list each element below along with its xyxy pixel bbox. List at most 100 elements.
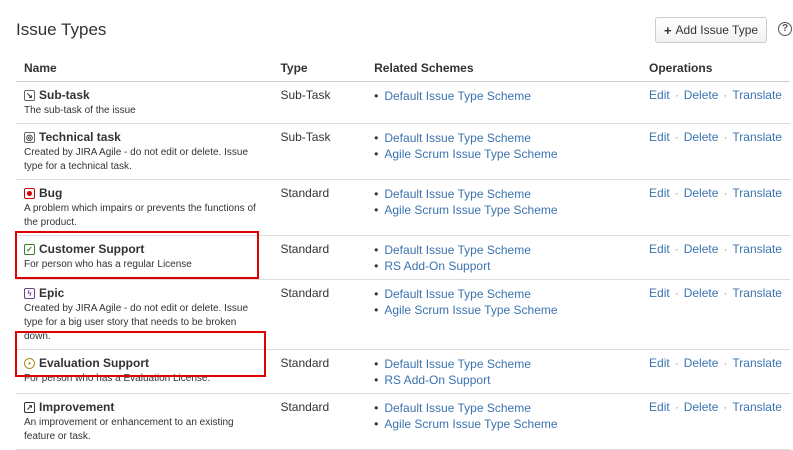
scheme-link[interactable]: RS Add-On Support — [384, 373, 490, 387]
issue-type-description: Created by JIRA Agile - do not edit or d… — [24, 147, 249, 172]
issue-type-description: A problem which impairs or prevents the … — [24, 203, 256, 228]
header-operations: Operations — [641, 55, 790, 82]
edit-link[interactable]: Edit — [649, 400, 670, 414]
issue-type-description: An improvement or enhancement to an exis… — [24, 417, 234, 442]
bug-icon — [24, 187, 35, 199]
scheme-link[interactable]: Agile Scrum Issue Type Scheme — [384, 417, 557, 431]
related-schemes-cell: Default Issue Type Scheme Agile Scrum Is… — [366, 179, 642, 236]
separator: · — [674, 186, 679, 200]
translate-link[interactable]: Translate — [732, 400, 782, 414]
edit-link[interactable]: Edit — [649, 242, 670, 256]
delete-link[interactable]: Delete — [684, 356, 719, 370]
translate-link[interactable]: Translate — [732, 356, 782, 370]
header-related-schemes: Related Schemes — [366, 55, 642, 82]
delete-link[interactable]: Delete — [684, 130, 719, 144]
separator: · — [674, 242, 679, 256]
issue-type-name: Improvement — [39, 400, 115, 414]
separator: · — [723, 88, 728, 102]
edit-link[interactable]: Edit — [649, 130, 670, 144]
separator: · — [674, 88, 679, 102]
separator: · — [723, 186, 728, 200]
issue-type-name-cell: ↗ Improvement An improvement or enhancem… — [16, 393, 273, 450]
delete-link[interactable]: Delete — [684, 88, 719, 102]
issue-type-description: The sub-task of the issue — [24, 105, 136, 116]
issue-type-name-cell: Bug A problem which impairs or prevents … — [16, 179, 273, 236]
separator: · — [723, 130, 728, 144]
separator: · — [723, 242, 728, 256]
add-issue-type-label: Add Issue Type — [675, 23, 759, 37]
separator: · — [723, 286, 728, 300]
table-row: ↘ Sub-task The sub-task of the issue Sub… — [16, 81, 790, 124]
translate-link[interactable]: Translate — [732, 88, 782, 102]
operations-cell: Edit · Delete · Translate — [641, 393, 790, 450]
operations-cell: Edit · Delete · Translate — [641, 235, 790, 280]
issue-type-type: Sub-Task — [272, 81, 367, 124]
highlight-evaluation-support — [15, 331, 266, 377]
subtask-icon: ↘ — [24, 89, 35, 101]
edit-link[interactable]: Edit — [649, 88, 670, 102]
separator: · — [674, 356, 679, 370]
delete-link[interactable]: Delete — [684, 186, 719, 200]
operations-cell: Edit · Delete · Translate — [641, 349, 790, 394]
table-row: Bug A problem which impairs or prevents … — [16, 179, 790, 236]
delete-link[interactable]: Delete — [684, 286, 719, 300]
issue-type-name: Epic — [39, 286, 65, 300]
issue-type-name: Sub-task — [39, 88, 90, 102]
separator: · — [674, 400, 679, 414]
operations-cell: Edit · Delete · Translate — [641, 279, 790, 350]
scheme-link[interactable]: Default Issue Type Scheme — [384, 357, 531, 371]
issue-type-type: Standard — [272, 279, 367, 350]
translate-link[interactable]: Translate — [732, 286, 782, 300]
issue-type-name-cell: ◎ Technical task Created by JIRA Agile -… — [16, 123, 273, 180]
table-row: ◎ Technical task Created by JIRA Agile -… — [16, 123, 790, 180]
scheme-link[interactable]: Agile Scrum Issue Type Scheme — [384, 303, 557, 317]
page-title: Issue Types — [16, 20, 107, 39]
scheme-link[interactable]: Default Issue Type Scheme — [384, 89, 531, 103]
scheme-link[interactable]: Agile Scrum Issue Type Scheme — [384, 147, 557, 161]
separator: · — [723, 356, 728, 370]
related-schemes-cell: Default Issue Type Scheme Agile Scrum Is… — [366, 123, 642, 180]
operations-cell: Edit · Delete · Translate — [641, 179, 790, 236]
translate-link[interactable]: Translate — [732, 186, 782, 200]
add-issue-type-button[interactable]: + Add Issue Type — [655, 17, 767, 43]
epic-icon: ϟ — [24, 287, 35, 299]
separator: · — [674, 130, 679, 144]
related-schemes-cell: Default Issue Type Scheme RS Add-On Supp… — [366, 235, 642, 280]
scheme-link[interactable]: Default Issue Type Scheme — [384, 243, 531, 257]
issue-type-type: Standard — [272, 235, 367, 280]
operations-cell: Edit · Delete · Translate — [641, 123, 790, 180]
translate-link[interactable]: Translate — [732, 242, 782, 256]
improvement-icon: ↗ — [24, 401, 35, 413]
related-schemes-cell: Default Issue Type Scheme Agile Scrum Is… — [366, 279, 642, 350]
operations-cell: Edit · Delete · Translate — [641, 81, 790, 124]
scheme-link[interactable]: Default Issue Type Scheme — [384, 287, 531, 301]
scheme-link[interactable]: RS Add-On Support — [384, 259, 490, 273]
separator: · — [723, 400, 728, 414]
issue-type-name-cell: ↘ Sub-task The sub-task of the issue — [16, 81, 273, 124]
scheme-link[interactable]: Default Issue Type Scheme — [384, 131, 531, 145]
help-icon[interactable]: ? — [778, 22, 792, 36]
related-schemes-cell: Default Issue Type Scheme RS Add-On Supp… — [366, 349, 642, 394]
edit-link[interactable]: Edit — [649, 286, 670, 300]
scheme-link[interactable]: Default Issue Type Scheme — [384, 187, 531, 201]
related-schemes-cell: Default Issue Type Scheme — [366, 81, 642, 124]
issue-type-name: Bug — [39, 186, 63, 200]
related-schemes-cell: Default Issue Type Scheme Agile Scrum Is… — [366, 393, 642, 450]
header-type: Type — [272, 55, 367, 82]
scheme-link[interactable]: Default Issue Type Scheme — [384, 401, 531, 415]
highlight-customer-support — [15, 231, 259, 279]
issue-type-type: Standard — [272, 179, 367, 236]
table-row: ↗ Improvement An improvement or enhancem… — [16, 393, 790, 450]
translate-link[interactable]: Translate — [732, 130, 782, 144]
edit-link[interactable]: Edit — [649, 356, 670, 370]
technical-task-icon: ◎ — [24, 131, 35, 143]
issue-type-name: Technical task — [39, 130, 121, 144]
separator: · — [674, 286, 679, 300]
issue-type-type: Standard — [272, 393, 367, 450]
table-header-row: Name Type Related Schemes Operations — [16, 55, 790, 82]
delete-link[interactable]: Delete — [684, 242, 719, 256]
header-name: Name — [16, 55, 273, 82]
scheme-link[interactable]: Agile Scrum Issue Type Scheme — [384, 203, 557, 217]
edit-link[interactable]: Edit — [649, 186, 670, 200]
delete-link[interactable]: Delete — [684, 400, 719, 414]
